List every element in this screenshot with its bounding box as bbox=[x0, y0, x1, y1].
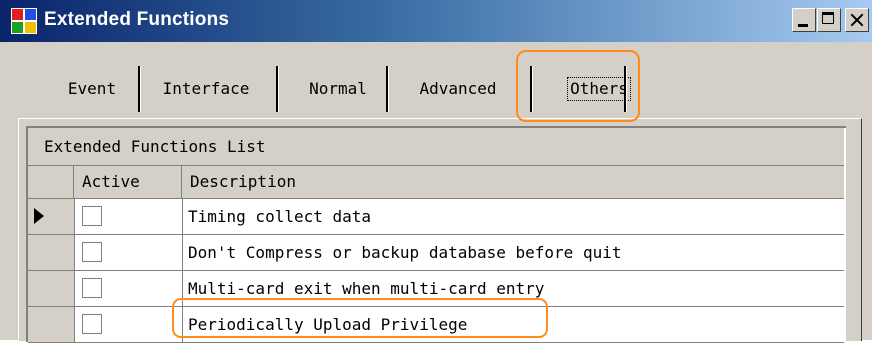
description-cell[interactable]: Timing collect data bbox=[182, 199, 371, 234]
active-checkbox[interactable] bbox=[82, 278, 102, 298]
description-cell[interactable]: Don't Compress or backup database before… bbox=[182, 235, 621, 270]
column-header-description[interactable]: Description bbox=[182, 166, 844, 198]
active-cell bbox=[74, 307, 183, 342]
active-checkbox[interactable] bbox=[82, 314, 102, 334]
active-cell bbox=[74, 271, 183, 306]
row-selector[interactable] bbox=[28, 307, 75, 342]
active-checkbox[interactable] bbox=[82, 242, 102, 262]
table-row[interactable]: Don't Compress or backup database before… bbox=[28, 235, 844, 271]
annotation-highlight-tab bbox=[516, 50, 640, 122]
table-row[interactable]: Timing collect data bbox=[28, 199, 844, 235]
maximize-button[interactable] bbox=[817, 8, 841, 32]
active-cell bbox=[74, 199, 183, 234]
tab-separator bbox=[386, 66, 389, 112]
window-title: Extended Functions bbox=[44, 9, 230, 30]
tab-separator bbox=[276, 66, 279, 112]
row-selector[interactable] bbox=[28, 271, 75, 306]
minimize-button[interactable] bbox=[792, 8, 816, 32]
title-bar[interactable]: Extended Functions bbox=[0, 0, 872, 42]
grid-header: Active Description bbox=[28, 166, 844, 199]
active-cell bbox=[74, 235, 183, 270]
annotation-highlight-row bbox=[172, 298, 548, 338]
tab-separator bbox=[138, 66, 141, 112]
close-button[interactable] bbox=[845, 8, 869, 32]
grid-caption: Extended Functions List bbox=[28, 128, 844, 166]
row-selector[interactable] bbox=[28, 199, 75, 234]
row-selector[interactable] bbox=[28, 235, 75, 270]
active-checkbox[interactable] bbox=[82, 206, 102, 226]
tab-event[interactable]: Event bbox=[52, 72, 132, 106]
tab-advanced[interactable]: Advanced bbox=[399, 72, 517, 106]
tab-normal[interactable]: Normal bbox=[292, 72, 384, 106]
extended-functions-window: Extended Functions Event Interface Norma… bbox=[0, 0, 872, 343]
column-header-active[interactable]: Active bbox=[74, 166, 182, 198]
tab-interface[interactable]: Interface bbox=[147, 72, 265, 106]
row-selector-header bbox=[28, 166, 74, 198]
current-row-arrow-icon bbox=[34, 208, 44, 224]
app-icon bbox=[11, 8, 37, 34]
